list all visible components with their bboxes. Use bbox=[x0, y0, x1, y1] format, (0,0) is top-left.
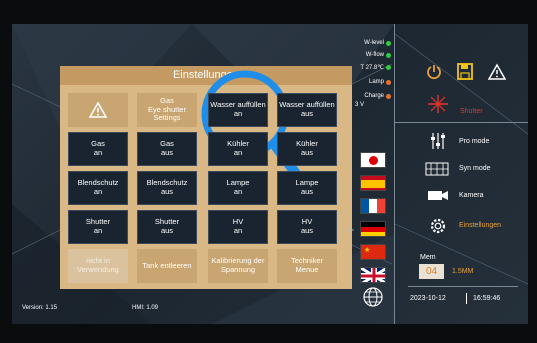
laser-shutter-icon[interactable] bbox=[426, 94, 450, 114]
camera-icon[interactable] bbox=[427, 189, 449, 202]
touch-screen: Einstellungen W-level W-flow T 27.8℃ Lam… bbox=[12, 24, 528, 324]
chinese-flag[interactable]: ★ bbox=[360, 244, 386, 260]
warning-icon[interactable] bbox=[488, 63, 506, 80]
hmi-label: HMI: 1.09 bbox=[132, 305, 159, 311]
button-label-line2: an bbox=[233, 187, 243, 196]
w-level-indicator bbox=[386, 41, 391, 46]
german-flag[interactable] bbox=[360, 221, 386, 237]
button-label-line2: aus bbox=[300, 109, 314, 118]
button-label-line2: an bbox=[233, 148, 243, 157]
date-display: 2023-10-12 bbox=[410, 295, 446, 302]
lampe-an-button[interactable]: Lampe an bbox=[208, 171, 268, 205]
kühler-aus-button[interactable]: Kühler aus bbox=[277, 132, 337, 166]
button-label-line2: Menue bbox=[295, 265, 319, 274]
kalibrierung-der-spannung-button[interactable]: Kalibrierung der Spannung bbox=[208, 249, 268, 283]
mem-size: 1.5MM bbox=[452, 268, 474, 275]
w-flow-label: W-flow bbox=[365, 52, 384, 58]
w-level-label: W-level bbox=[364, 40, 384, 46]
hv-aus-button[interactable]: HV aus bbox=[277, 210, 337, 244]
grid-icon[interactable] bbox=[425, 162, 449, 176]
sliders-icon[interactable] bbox=[430, 132, 446, 150]
tank-entleeren-button[interactable]: Tank entleeren bbox=[137, 249, 197, 283]
japanese-flag[interactable] bbox=[360, 152, 386, 168]
right-panel-divider bbox=[394, 24, 395, 324]
button-label-line1: Tank entleeren bbox=[142, 260, 192, 270]
power-icon[interactable] bbox=[426, 64, 442, 80]
button-label-line1: Kalibrierung der Spannung bbox=[211, 256, 265, 274]
mem-label: Mem bbox=[420, 254, 436, 261]
syn-mode-button[interactable]: Syn mode bbox=[459, 165, 491, 172]
techniker-menue-button[interactable]: Techniker Menue bbox=[277, 249, 337, 283]
button-label-line2: Eye shutter Settings bbox=[148, 104, 186, 123]
shutter-an-button[interactable]: Shutter an bbox=[68, 210, 128, 244]
lampe-aus-button[interactable]: Lampe aus bbox=[277, 171, 337, 205]
charge-label: Charge bbox=[364, 93, 384, 99]
date-divider bbox=[408, 286, 518, 287]
button-label-line2: Verwendung bbox=[77, 265, 119, 274]
french-flag[interactable] bbox=[360, 198, 386, 214]
button-label-line2: aus bbox=[160, 187, 174, 196]
gas-an-button[interactable]: Gas an bbox=[68, 132, 128, 166]
lamp-label: Lamp bbox=[368, 79, 384, 85]
w-flow-indicator bbox=[386, 53, 391, 58]
button-label-line2: aus bbox=[300, 148, 314, 157]
button-label-line2: aus bbox=[300, 187, 314, 196]
button-label-line2: an bbox=[233, 109, 243, 118]
settings-title: Einstellungen bbox=[60, 66, 352, 85]
pro-mode-button[interactable]: Pro mode bbox=[459, 138, 489, 145]
gas-eye-shutter-settings-button[interactable]: Gas Eye shutter Settings bbox=[137, 93, 197, 127]
globe-icon[interactable] bbox=[363, 287, 383, 307]
time-display: 16:59:46 bbox=[473, 295, 501, 302]
shutter-aus-button[interactable]: Shutter aus bbox=[137, 210, 197, 244]
kamera-button[interactable]: Kamera bbox=[459, 192, 484, 199]
temperature-indicator bbox=[386, 65, 391, 70]
save-icon[interactable] bbox=[457, 63, 473, 80]
charge-indicator bbox=[386, 94, 391, 99]
button-label-line2: an bbox=[233, 226, 243, 235]
button-label-line2: an bbox=[93, 226, 103, 235]
shutter-label[interactable]: Shutter bbox=[460, 108, 483, 115]
button-label-line2: an bbox=[93, 148, 103, 157]
gas-aus-button[interactable]: Gas aus bbox=[137, 132, 197, 166]
wasser-auffüllen-an-button[interactable]: Wasser auffüllen an bbox=[208, 93, 268, 127]
mem-value-field[interactable]: 04 bbox=[419, 264, 444, 279]
settings-gear-icon[interactable] bbox=[429, 217, 447, 235]
temperature-label: T 27.8℃ bbox=[360, 65, 384, 71]
warning-triangle-icon bbox=[89, 102, 107, 118]
button-label-line2: an bbox=[93, 187, 103, 196]
lamp-indicator bbox=[386, 80, 391, 85]
blendschutz-aus-button[interactable]: Blendschutz aus bbox=[137, 171, 197, 205]
kühler-an-button[interactable]: Kühler an bbox=[208, 132, 268, 166]
button-label-line2: aus bbox=[160, 148, 174, 157]
button-label-line2: aus bbox=[160, 226, 174, 235]
charge-value: 3 V bbox=[354, 102, 364, 108]
version-label: Version: 1.15 bbox=[22, 305, 58, 311]
warning-button[interactable] bbox=[68, 93, 128, 127]
blendschutz-an-button[interactable]: Blendschutz an bbox=[68, 171, 128, 205]
scroll-arrow-icon[interactable]: ▷ bbox=[348, 225, 354, 234]
hv-an-button[interactable]: HV an bbox=[208, 210, 268, 244]
wasser-auffüllen-aus-button[interactable]: Wasser auffüllen aus bbox=[277, 93, 337, 127]
menu-divider bbox=[395, 122, 528, 123]
spanish-flag[interactable] bbox=[360, 175, 386, 191]
uk-flag[interactable] bbox=[360, 267, 386, 283]
einstellungen-button[interactable]: Einstellungen bbox=[459, 222, 501, 229]
date-time-separator bbox=[466, 293, 467, 304]
button-label-line2: aus bbox=[300, 226, 314, 235]
nicht-in-verwendung-button[interactable]: nicht in Verwendung bbox=[68, 249, 128, 283]
